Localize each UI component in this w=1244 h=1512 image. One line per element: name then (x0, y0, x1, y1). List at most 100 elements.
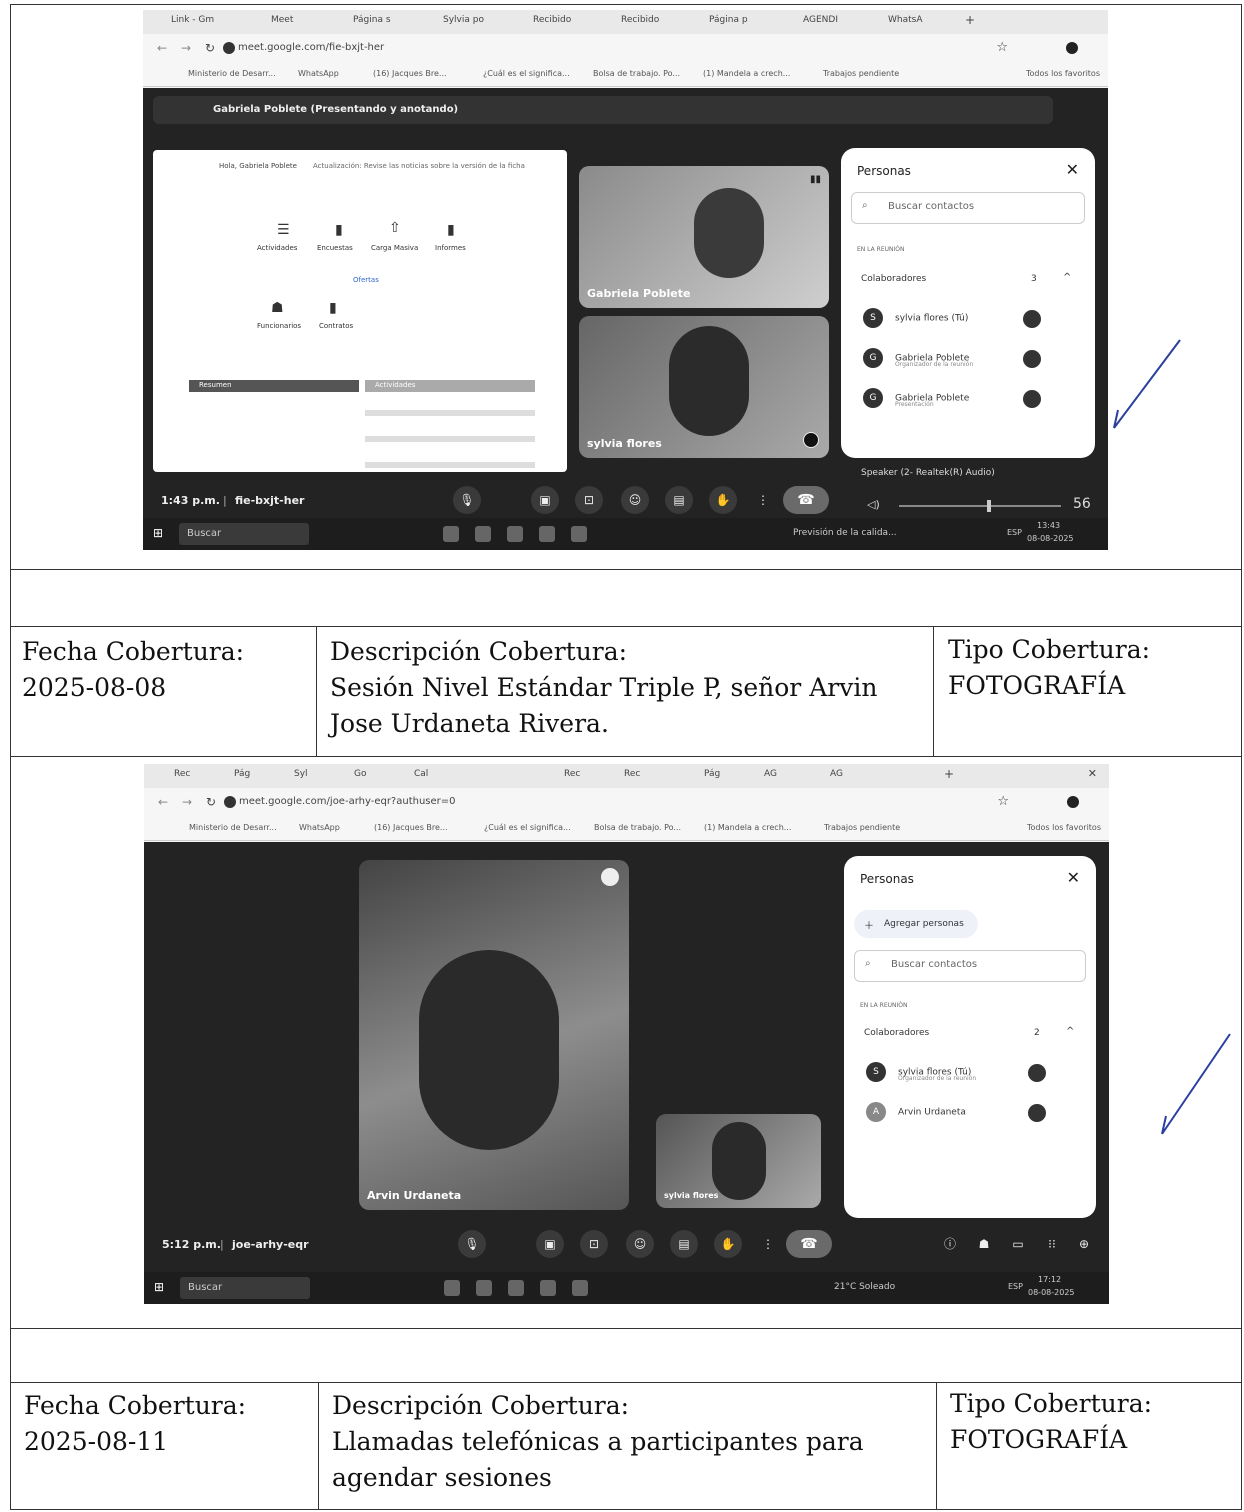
raise-hand-icon[interactable]: ✋ (714, 1230, 742, 1258)
browser-tab[interactable]: Go (354, 769, 366, 779)
volume-slider-handle[interactable] (987, 500, 991, 512)
all-bookmarks[interactable]: Todos los favoritos (1026, 69, 1100, 78)
bookmark[interactable]: Trabajos pendiente (824, 823, 900, 832)
video-tile[interactable]: sylvia flores (579, 316, 829, 458)
windows-start-icon[interactable]: ⊞ (154, 1280, 164, 1294)
more-options-icon[interactable]: ⋮ (754, 1230, 782, 1258)
browser-tab[interactable]: Rec (564, 769, 580, 779)
star-icon[interactable]: ☆ (997, 794, 1009, 809)
app-icon[interactable] (508, 1280, 524, 1296)
browser-tab[interactable]: Pág (234, 769, 250, 779)
more-options-icon[interactable] (1023, 310, 1041, 328)
close-icon[interactable]: ✕ (1066, 160, 1079, 179)
taskbar-clock[interactable]: 17:12 (1038, 1275, 1061, 1284)
emoji-icon[interactable]: ☺ (626, 1230, 654, 1258)
bookmark[interactable]: WhatsApp (298, 69, 339, 78)
participant-row[interactable]: Ssylvia flores (Tú) (863, 308, 968, 328)
participant-row[interactable]: Ssylvia flores (Tú) Organizador de la re… (866, 1062, 976, 1082)
end-call-button[interactable]: ☎ (783, 486, 829, 514)
search-contacts-input[interactable]: ⌕ Buscar contactos (851, 192, 1085, 224)
host-controls-icon[interactable]: ⊕ (1070, 1230, 1098, 1258)
star-icon[interactable]: ☆ (996, 40, 1008, 55)
present-icon[interactable]: ⊡ (580, 1230, 608, 1258)
profile-icon[interactable] (1066, 42, 1078, 54)
site-info-icon[interactable] (224, 796, 236, 808)
browser-tab[interactable]: Link - Gm (171, 15, 214, 25)
search-contacts-input[interactable]: ⌕ Buscar contactos (854, 950, 1086, 982)
effects-icon[interactable] (803, 432, 819, 448)
shared-icon-label[interactable]: Informes (435, 244, 466, 252)
bookmark[interactable]: ¿Cuál es el significa... (484, 823, 571, 832)
browser-tab[interactable]: AG (830, 769, 843, 779)
forward-icon[interactable]: → (182, 795, 192, 809)
staff-icon[interactable]: ☗ (271, 300, 284, 316)
contract-icon[interactable]: ▮ (329, 300, 337, 316)
participant-row[interactable]: A Arvin Urdaneta (866, 1102, 966, 1122)
document-icon[interactable]: ▮ (335, 222, 343, 238)
bookmark[interactable]: WhatsApp (299, 823, 340, 832)
shared-icon-label[interactable]: Carga Masiva (371, 244, 418, 252)
offers-link[interactable]: Ofertas (353, 276, 379, 284)
chevron-up-icon[interactable]: ^ (1066, 1026, 1074, 1037)
upload-icon[interactable]: ⇧ (389, 220, 401, 236)
group-label[interactable]: Colaboradores (864, 1028, 929, 1038)
browser-tab[interactable]: Recibido (533, 15, 571, 25)
emoji-icon[interactable]: ☺ (621, 486, 649, 514)
browser-tab[interactable]: Meet (271, 15, 293, 25)
taskbar-search[interactable]: Buscar (180, 1277, 310, 1299)
shared-icon-label[interactable]: Actividades (257, 244, 297, 252)
app-icon[interactable] (507, 526, 523, 542)
new-tab-icon[interactable]: + (944, 767, 954, 781)
profile-icon[interactable] (1067, 796, 1079, 808)
more-options-icon[interactable]: ⋮ (749, 486, 777, 514)
browser-tab[interactable]: WhatsA (888, 15, 923, 25)
more-options-icon[interactable] (601, 868, 619, 886)
app-icon[interactable] (476, 1280, 492, 1296)
taskbar-clock[interactable]: 13:43 (1037, 521, 1060, 530)
url-text[interactable]: meet.google.com/joe-arhy-eqr?authuser=0 (239, 796, 456, 807)
activities-icon[interactable]: ☰ (277, 222, 290, 238)
browser-tab[interactable]: Cal (414, 769, 428, 779)
taskbar-search[interactable]: Buscar (179, 523, 309, 545)
browser-tab[interactable]: Rec (174, 769, 190, 779)
shared-icon-label[interactable]: Funcionarios (257, 322, 301, 330)
more-options-icon[interactable] (1023, 390, 1041, 408)
browser-tab[interactable]: Pág (704, 769, 720, 779)
taskbar-language[interactable]: ESP (1007, 528, 1022, 537)
bookmark[interactable]: Ministerio de Desarr... (188, 69, 276, 78)
bookmark[interactable]: Ministerio de Desarr... (189, 823, 277, 832)
add-people-button[interactable]: ＋ Agregar personas (854, 910, 978, 938)
shared-icon-label[interactable]: Contratos (319, 322, 353, 330)
app-icon[interactable] (572, 1280, 588, 1296)
activities-icon[interactable]: ⁝⁝ (1038, 1230, 1066, 1258)
taskbar-weather[interactable]: Previsión de la calida... (793, 528, 897, 538)
browser-tab[interactable]: Página p (709, 15, 748, 25)
shared-icon-label[interactable]: Encuestas (317, 244, 353, 252)
microphone-icon[interactable]: 🎙 (458, 1230, 486, 1258)
site-info-icon[interactable] (223, 42, 235, 54)
bookmark[interactable]: (1) Mandela a crech... (704, 823, 791, 832)
browser-tab[interactable]: AGENDI (803, 15, 838, 25)
video-tile[interactable]: Arvin Urdaneta (359, 860, 629, 1210)
new-tab-icon[interactable]: + (965, 13, 975, 27)
browser-tab[interactable]: Rec (624, 769, 640, 779)
participant-row[interactable]: G Gabriela Poblete Organizador de la reun… (863, 348, 973, 368)
app-icon[interactable] (540, 1280, 556, 1296)
url-text[interactable]: meet.google.com/fie-bxjt-her (238, 42, 384, 53)
volume-slider[interactable] (899, 500, 1061, 512)
taskbar-date[interactable]: 08-08-2025 (1027, 534, 1074, 543)
info-icon[interactable]: ⓘ (936, 1230, 964, 1258)
bookmark[interactable]: Bolsa de trabajo. Po... (594, 823, 681, 832)
microphone-icon[interactable]: 🎙 (453, 486, 481, 514)
taskbar-language[interactable]: ESP (1008, 1282, 1023, 1291)
app-icon[interactable] (443, 526, 459, 542)
present-icon[interactable]: ⊡ (575, 486, 603, 514)
forward-icon[interactable]: → (181, 41, 191, 55)
bookmark[interactable]: Trabajos pendiente (823, 69, 899, 78)
chat-icon[interactable]: ▭ (1004, 1230, 1032, 1258)
video-tile[interactable]: sylvia flores (656, 1114, 821, 1208)
reload-icon[interactable]: ↻ (205, 41, 215, 55)
windows-start-icon[interactable]: ⊞ (153, 526, 163, 540)
browser-tab[interactable]: Syl (294, 769, 308, 779)
people-icon[interactable]: ☗ (970, 1230, 998, 1258)
